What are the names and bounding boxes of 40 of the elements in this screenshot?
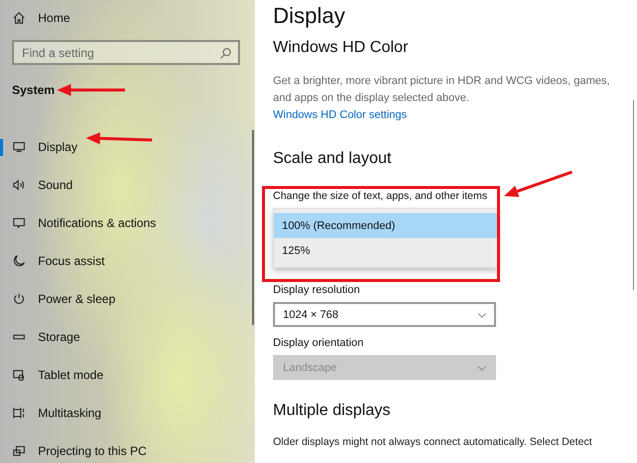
description-text: Get a brighter, more vibrant picture in HDR and WCG videos, games, and apps on the display selected above. [273, 74, 611, 106]
home-link[interactable]: Home [0, 0, 255, 26]
page-title: Display [273, 3, 346, 30]
multitask-icon [12, 406, 26, 420]
speaker-icon [12, 178, 26, 192]
dropdown-option[interactable]: 125% [274, 238, 497, 263]
annotation-arrow [504, 170, 572, 197]
dropdown-select[interactable]: 1024 × 768 [273, 302, 496, 327]
field-label: Display resolution [273, 284, 360, 298]
sidebar-item[interactable]: Display [0, 128, 255, 166]
power-icon [12, 292, 26, 306]
field-label: Change the size of text, apps, and other items [273, 190, 488, 204]
annotation-arrow [57, 84, 125, 96]
project-icon [12, 444, 26, 458]
sidebar-item[interactable]: Multitasking [0, 394, 255, 432]
field-label: Display orientation [273, 337, 364, 351]
dropdown-option[interactable]: 100% (Recommended) [274, 213, 497, 238]
section-heading: Windows HD Color [273, 39, 410, 58]
home-icon [12, 11, 26, 25]
sidebar-item[interactable]: Focus assist [0, 242, 255, 280]
message-icon [12, 216, 26, 230]
scrollbar[interactable] [252, 130, 254, 325]
moon-icon [12, 254, 26, 268]
sidebar-item[interactable]: Notifications & actions [0, 204, 255, 242]
tablet-icon [12, 368, 26, 382]
description-text: Older displays might not always connect automatically. Select Detect [273, 436, 592, 448]
sidebar-item[interactable]: Tablet mode [0, 356, 255, 394]
sidebar-item[interactable]: Sound [0, 166, 255, 204]
annotation-arrow [86, 132, 152, 144]
search-icon [219, 46, 233, 60]
sidebar-item[interactable]: Projecting to this PC [0, 432, 255, 463]
section-heading: Scale and layout [273, 150, 392, 169]
sidebar-item[interactable]: Storage [0, 318, 255, 356]
sidebar-item[interactable]: Power & sleep [0, 280, 255, 318]
settings-link[interactable]: Windows HD Color settings [273, 109, 407, 121]
search-field[interactable]: Find a setting [12, 40, 240, 65]
section-title: System [12, 83, 55, 99]
section-heading: Multiple displays [273, 402, 392, 421]
monitor-icon [12, 140, 26, 154]
scrollbar[interactable] [633, 100, 634, 290]
